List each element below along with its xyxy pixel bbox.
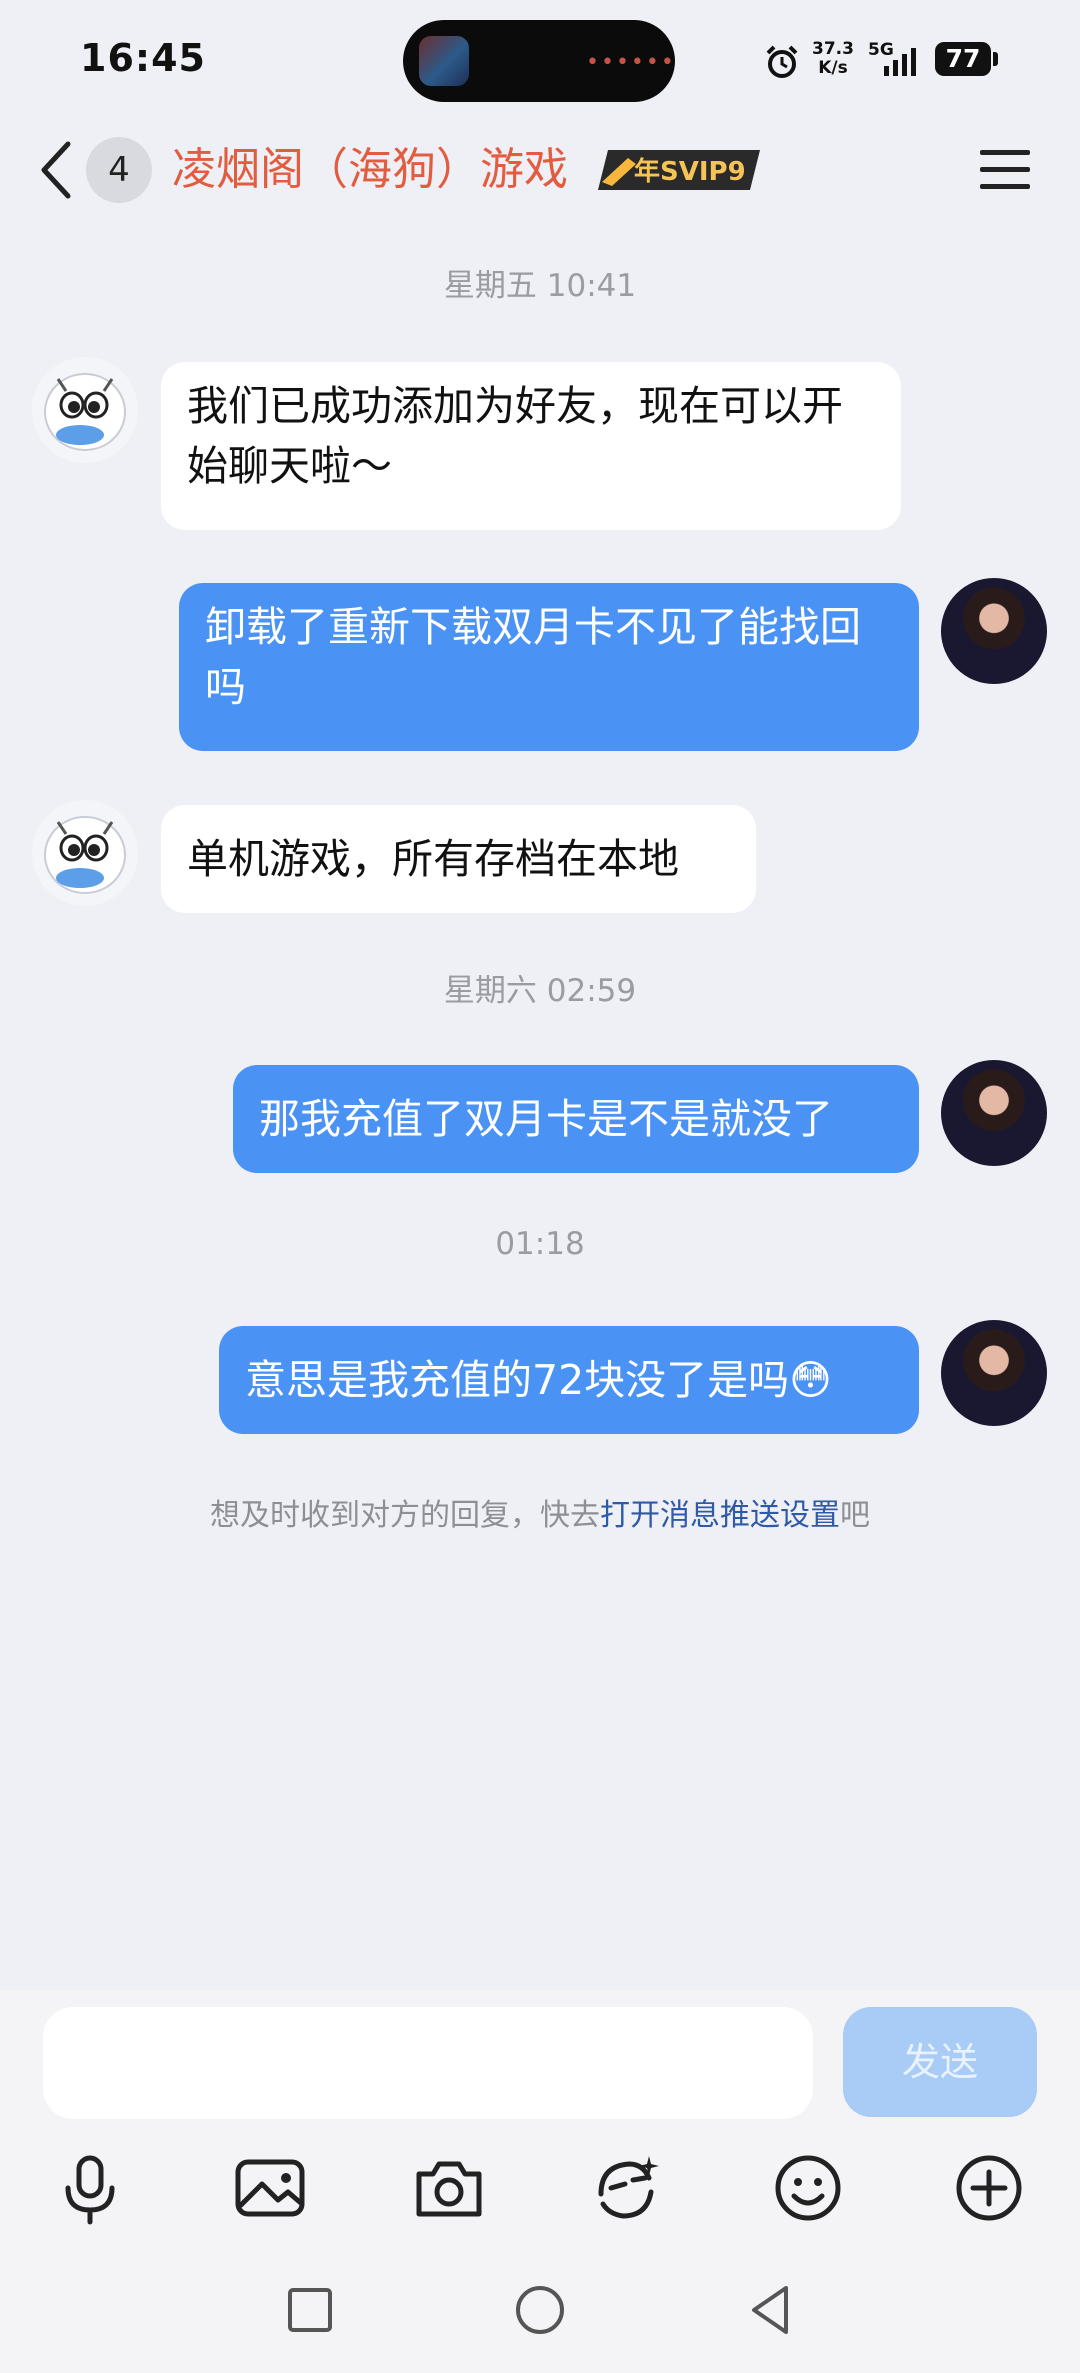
net-speed-value: 37.3 [812,39,854,59]
message-input[interactable] [43,2007,813,2119]
app-notification-icon [419,36,469,86]
contact-avatar[interactable] [32,357,138,463]
status-time: 16:45 [80,36,206,80]
timestamp: 星期五 10:41 [443,268,637,304]
triangle-back-icon[interactable] [740,2280,800,2340]
user-avatar[interactable] [941,1320,1047,1426]
sticker-icon[interactable] [587,2148,667,2228]
message-bubble-incoming[interactable]: 单机游戏，所有存档在本地 [161,805,756,913]
chat-title[interactable]: 凌烟阁（海狗）游戏 [172,140,568,200]
square-icon[interactable] [280,2280,340,2340]
microphone-icon[interactable] [50,2148,130,2228]
contact-avatar[interactable] [32,800,138,906]
message-bubble-incoming[interactable]: 我们已成功添加为好友，现在可以开始聊天啦～ [161,362,901,530]
battery-tip [993,52,998,66]
user-avatar[interactable] [941,1060,1047,1166]
svip-badge-label: 年SVIP9 [634,156,746,187]
hint-suffix: 吧 [840,1498,870,1533]
signal-icon [884,48,916,76]
robot-avatar-icon [44,373,126,451]
user-avatar[interactable] [941,578,1047,684]
emoji-icon[interactable] [768,2148,848,2228]
timestamp: 星期六 02:59 [443,973,637,1009]
push-settings-hint: 想及时收到对方的回复，快去打开消息推送设置吧 [0,1490,1080,1534]
back-icon[interactable] [36,140,76,200]
alarm-icon [766,45,798,78]
robot-avatar-icon [44,816,126,894]
send-button[interactable]: 发送 [843,2007,1037,2117]
message-bubble-outgoing[interactable]: 卸载了重新下载双月卡不见了能找回吗 [179,583,919,751]
message-bubble-outgoing[interactable]: 意思是我充值的72块没了是吗😳 [219,1326,919,1434]
menu-icon[interactable] [980,148,1030,192]
camera-icon[interactable] [409,2148,489,2228]
message-bubble-outgoing[interactable]: 那我充值了双月卡是不是就没了 [233,1065,919,1173]
hint-prefix: 想及时收到对方的回复，快去 [210,1498,600,1533]
circle-icon[interactable] [510,2280,570,2340]
open-push-settings-link[interactable]: 打开消息推送设置 [600,1498,840,1533]
activity-dots: •••••• [586,50,676,75]
battery-icon: 77 [935,42,991,76]
net-speed-unit: K/s [818,58,848,78]
timestamp: 01:18 [495,1226,585,1262]
unread-count-badge[interactable]: 4 [86,137,152,203]
plus-icon[interactable] [949,2148,1029,2228]
net-speed: 37.3 K/s [812,40,854,78]
svip-badge: 年SVIP9 [598,150,760,190]
image-icon[interactable] [230,2148,310,2228]
